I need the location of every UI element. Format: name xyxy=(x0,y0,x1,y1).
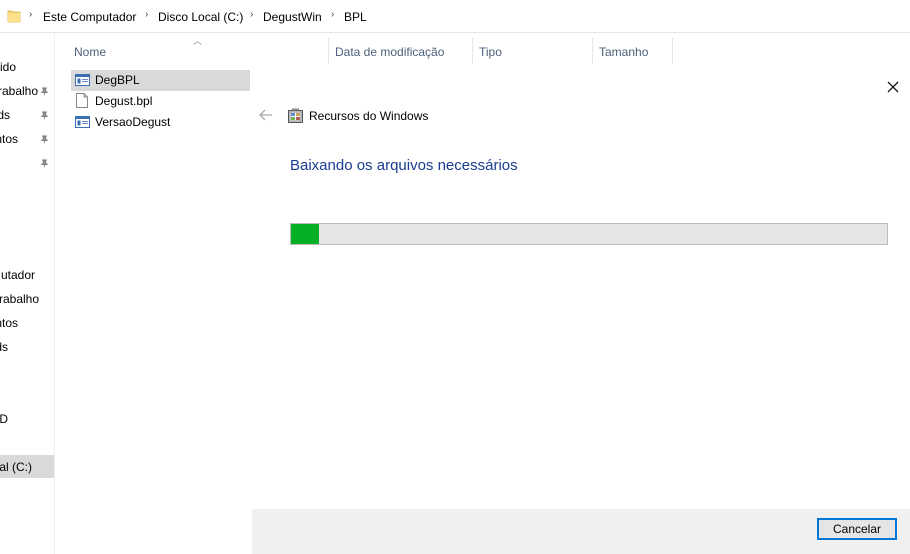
column-divider[interactable] xyxy=(472,38,473,64)
navigation-pane[interactable]: ido rabalho ds ntos utador rabalho ntos … xyxy=(0,33,55,554)
dialog-heading: Baixando os arquivos necessários xyxy=(290,157,518,174)
nav-item[interactable]: utador xyxy=(1,268,35,282)
pin-icon xyxy=(40,159,49,168)
close-icon[interactable] xyxy=(884,78,902,96)
file-row-degbpl[interactable]: DegBPL xyxy=(71,70,250,91)
chevron-right-icon: › xyxy=(250,9,254,20)
file-row-versaodegust[interactable]: VersaoDegust xyxy=(71,112,250,133)
sort-ascending-icon: ︿ xyxy=(193,36,203,46)
breadcrumb-item-disk[interactable]: Disco Local (C:) xyxy=(158,10,243,24)
folder-icon xyxy=(7,10,21,23)
file-icon xyxy=(76,93,88,108)
column-divider[interactable] xyxy=(592,38,593,64)
nav-item[interactable]: ntos xyxy=(0,132,18,146)
nav-item-local-disk[interactable]: cal (C:) xyxy=(0,460,32,474)
file-name: Degust.bpl xyxy=(95,94,153,108)
chevron-right-icon: › xyxy=(145,9,149,20)
file-name: VersaoDegust xyxy=(95,115,171,129)
chevron-right-icon: › xyxy=(331,9,335,20)
chevron-right-icon: › xyxy=(29,9,33,20)
breadcrumb-item-bpl[interactable]: BPL xyxy=(344,10,367,24)
back-arrow-icon[interactable] xyxy=(258,108,274,122)
cancel-button[interactable]: Cancelar xyxy=(817,518,897,540)
nav-item[interactable]: D xyxy=(0,412,8,426)
dialog-footer: Cancelar xyxy=(252,509,910,554)
address-bar[interactable]: › Este Computador › Disco Local (C:) › D… xyxy=(0,0,910,33)
application-icon xyxy=(75,116,90,128)
dialog-app-title: Recursos do Windows xyxy=(309,109,429,123)
nav-item[interactable]: ds xyxy=(0,340,8,354)
breadcrumb-item-degustwin[interactable]: DegustWin xyxy=(263,10,322,24)
file-name: DegBPL xyxy=(95,73,140,87)
application-icon xyxy=(75,74,90,86)
nav-item[interactable]: ntos xyxy=(0,316,18,330)
column-divider[interactable] xyxy=(328,38,329,64)
nav-item[interactable]: ido xyxy=(0,60,16,74)
windows-features-dialog: Recursos do Windows Baixando os arquivos… xyxy=(252,70,910,554)
nav-item[interactable]: rabalho xyxy=(0,84,38,98)
file-row-degust-bpl[interactable]: Degust.bpl xyxy=(71,91,250,112)
windows-features-icon xyxy=(288,108,303,123)
download-progress-bar xyxy=(290,223,888,245)
nav-item[interactable]: ds xyxy=(0,108,10,122)
progress-fill xyxy=(291,224,319,244)
pin-icon xyxy=(40,87,49,96)
pin-icon xyxy=(40,135,49,144)
breadcrumb-item-computer[interactable]: Este Computador xyxy=(43,10,136,24)
column-divider[interactable] xyxy=(672,38,673,64)
nav-item[interactable]: rabalho xyxy=(0,292,39,306)
pin-icon xyxy=(40,111,49,120)
